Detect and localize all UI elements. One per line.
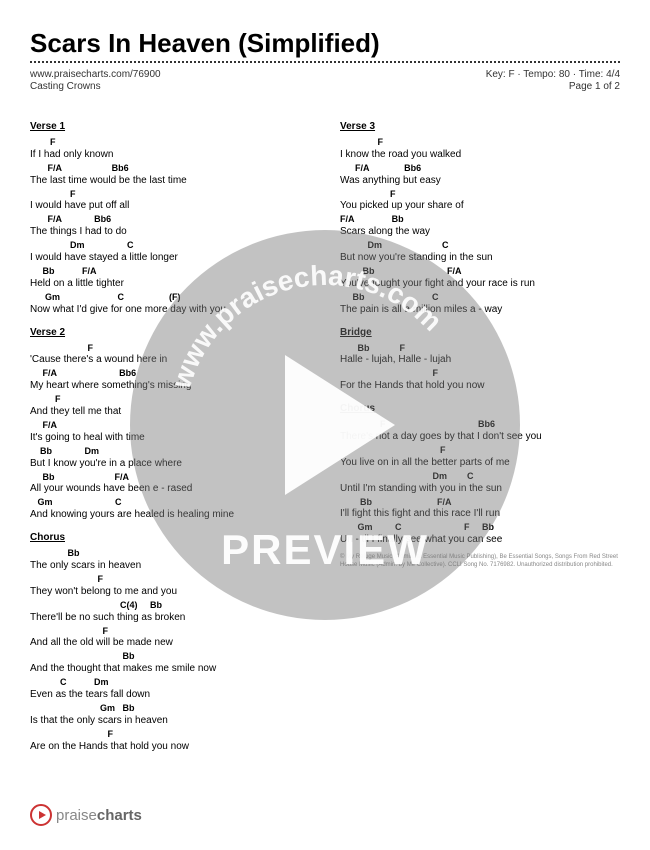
chord-line: C Dm (30, 677, 310, 688)
lyric-line: And knowing yours are healed is healing … (30, 508, 310, 521)
meta-url: www.praisecharts.com/76900 (30, 69, 161, 80)
lyric-line: But I know you're in a place where (30, 457, 310, 470)
logo-play-icon (39, 811, 46, 819)
chord-line: F (340, 189, 620, 200)
lyric-line: For the Hands that hold you now (340, 379, 620, 392)
column-left: Verse 1 FIf I had only known F/A Bb6The … (30, 110, 310, 755)
chord-line: Gm C (30, 497, 310, 508)
lyric-line: I would have put off all (30, 199, 310, 212)
lyric-line: Un - til I finally see what you can see (340, 533, 620, 546)
chord-line: Dm C (340, 471, 620, 482)
chord-line: F (340, 368, 620, 379)
lyric-line: Scars along the way (340, 225, 620, 238)
lyric-line: If I had only known (30, 148, 310, 161)
lyric-line: The pain is all a million miles a - way (340, 303, 620, 316)
lyric-line: The only scars in heaven (30, 559, 310, 572)
chord-line: Bb F (340, 343, 620, 354)
chord-line: F (30, 626, 310, 637)
section-head: Chorus (30, 531, 310, 545)
chord-line: F/A Bb (340, 214, 620, 225)
chord-line: F (30, 137, 310, 148)
lyric-line: Was anything but easy (340, 174, 620, 187)
lyric-line: There's not a day goes by that I don't s… (340, 430, 620, 443)
chord-line: F/A (30, 420, 310, 431)
section-head: Verse 1 (30, 120, 310, 134)
section-head: Bridge (340, 326, 620, 340)
chord-line: F (340, 137, 620, 148)
chord-line: Bb C (340, 292, 620, 303)
lyric-line: There'll be no such thing as broken (30, 611, 310, 624)
lyric-line: Are on the Hands that hold you now (30, 740, 310, 753)
lyric-line: You live on in all the better parts of m… (340, 456, 620, 469)
lyric-line: My heart where something's missing (30, 379, 310, 392)
lyric-line: And all the old will be made new (30, 636, 310, 649)
lyric-line: 'Cause there's a wound here in (30, 353, 310, 366)
chord-line: F (340, 445, 620, 456)
footer-brand-2: charts (97, 807, 142, 824)
chord-line: Dm C (340, 240, 620, 251)
copyright: © My Refuge Music (Admin. at Essential M… (340, 554, 620, 570)
chord-line: Dm C (30, 240, 310, 251)
lyric-line: The last time would be the last time (30, 174, 310, 187)
chord-line: C(4) Bb (30, 600, 310, 611)
chord-line: Gm C F Bb (340, 522, 620, 533)
footer-logo: praisecharts (30, 804, 142, 826)
chord-line: F (30, 189, 310, 200)
meta-row-2: Casting Crowns Page 1 of 2 (30, 81, 620, 92)
meta-info: Key: F · Tempo: 80 · Time: 4/4 (486, 69, 620, 80)
chord-line: Bb (30, 548, 310, 559)
chord-line: F (30, 343, 310, 354)
divider (30, 61, 620, 63)
lyric-line: Now what I'd give for one more day with … (30, 303, 310, 316)
lyric-line: You've fought your fight and your race i… (340, 277, 620, 290)
chord-line: F (30, 729, 310, 740)
lyric-line: Until I'm standing with you in the sun (340, 482, 620, 495)
lyric-line: They won't belong to me and you (30, 585, 310, 598)
column-right: Verse 3 FI know the road you walked F/A … (340, 110, 620, 755)
chord-line: F/A Bb6 (30, 163, 310, 174)
lyric-line: Even as the tears fall down (30, 688, 310, 701)
lyric-line: I'll fight this fight and this race I'll… (340, 507, 620, 520)
footer-brand-1: praise (56, 807, 97, 824)
section-head: Verse 2 (30, 326, 310, 340)
lyric-line: But now you're standing in the sun (340, 251, 620, 264)
page-title: Scars In Heaven (Simplified) (30, 28, 620, 59)
chord-line: F/A Bb6 (30, 368, 310, 379)
lyric-line: I would have stayed a little longer (30, 251, 310, 264)
chord-line: Bb (30, 651, 310, 662)
chord-line: Bb F/A (340, 266, 620, 277)
lyric-line: It's going to heal with time (30, 431, 310, 444)
lyric-line: The things I had to do (30, 225, 310, 238)
chord-line: Bb F/A (30, 472, 310, 483)
lyric-line: Halle - lujah, Halle - lujah (340, 353, 620, 366)
meta-artist: Casting Crowns (30, 81, 101, 92)
lyric-line: I know the road you walked (340, 148, 620, 161)
lyric-line: All your wounds have been e - rased (30, 482, 310, 495)
lyric-line: And the thought that makes me smile now (30, 662, 310, 675)
chord-line: F (30, 394, 310, 405)
chord-line: Bb F/A (30, 266, 310, 277)
lyric-line: And they tell me that (30, 405, 310, 418)
chord-line: Gm C (F) (30, 292, 310, 303)
chord-line: F Bb6 (340, 419, 620, 430)
logo-circle-icon (30, 804, 52, 826)
chord-line: Bb F/A (340, 497, 620, 508)
chord-line: F/A Bb6 (30, 214, 310, 225)
meta-page: Page 1 of 2 (569, 81, 620, 92)
lyric-line: Is that the only scars in heaven (30, 714, 310, 727)
chord-line: Gm Bb (30, 703, 310, 714)
lyric-line: Held on a little tighter (30, 277, 310, 290)
section-head: Chorus (340, 402, 620, 416)
section-head: Verse 3 (340, 120, 620, 134)
meta-row-1: www.praisecharts.com/76900 Key: F · Temp… (30, 69, 620, 80)
chord-line: F/A Bb6 (340, 163, 620, 174)
chord-line: Bb Dm (30, 446, 310, 457)
chord-line: F (30, 574, 310, 585)
lyric-line: You picked up your share of (340, 199, 620, 212)
